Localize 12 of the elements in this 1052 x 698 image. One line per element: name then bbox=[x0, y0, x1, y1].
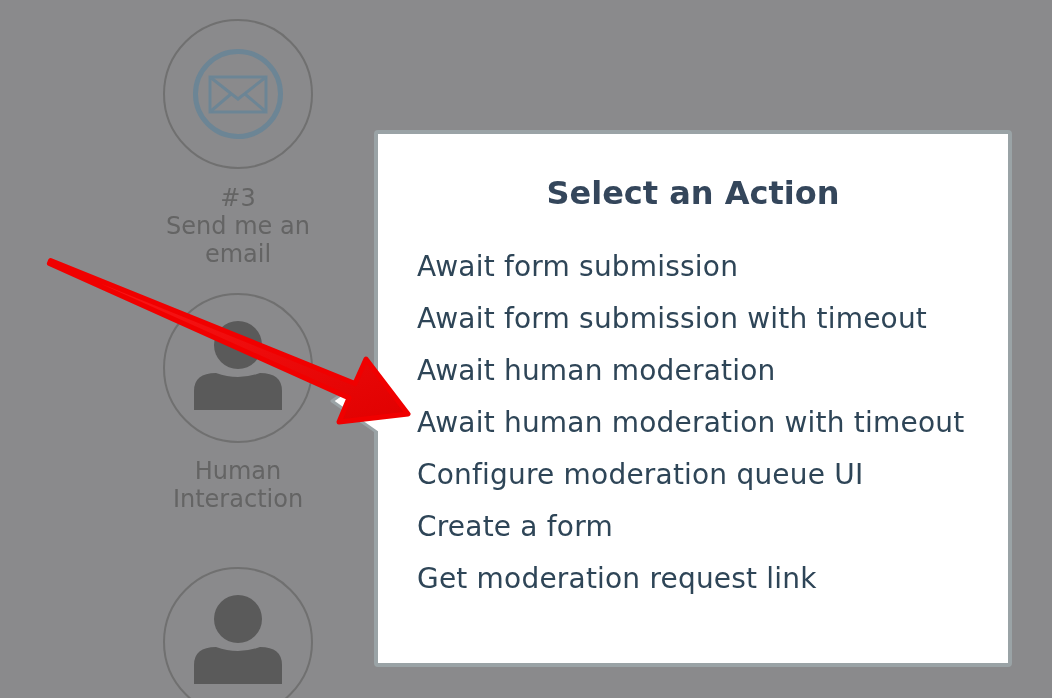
action-item[interactable]: Await human moderation with timeout bbox=[417, 397, 965, 449]
action-item[interactable]: Configure moderation queue UI bbox=[417, 449, 864, 501]
dialog-title: Select an Action bbox=[545, 175, 841, 211]
action-item[interactable]: Await form submission with timeout bbox=[417, 293, 928, 345]
person-icon bbox=[194, 594, 282, 684]
node-circle[interactable] bbox=[163, 19, 313, 169]
action-item[interactable]: Await human moderation bbox=[417, 345, 776, 397]
action-item[interactable]: Create a form bbox=[417, 501, 613, 553]
action-item[interactable]: Get moderation request link bbox=[417, 553, 817, 605]
node-circle[interactable] bbox=[163, 567, 313, 698]
envelope-icon bbox=[193, 49, 283, 139]
action-item[interactable]: Await form submission bbox=[417, 241, 739, 293]
